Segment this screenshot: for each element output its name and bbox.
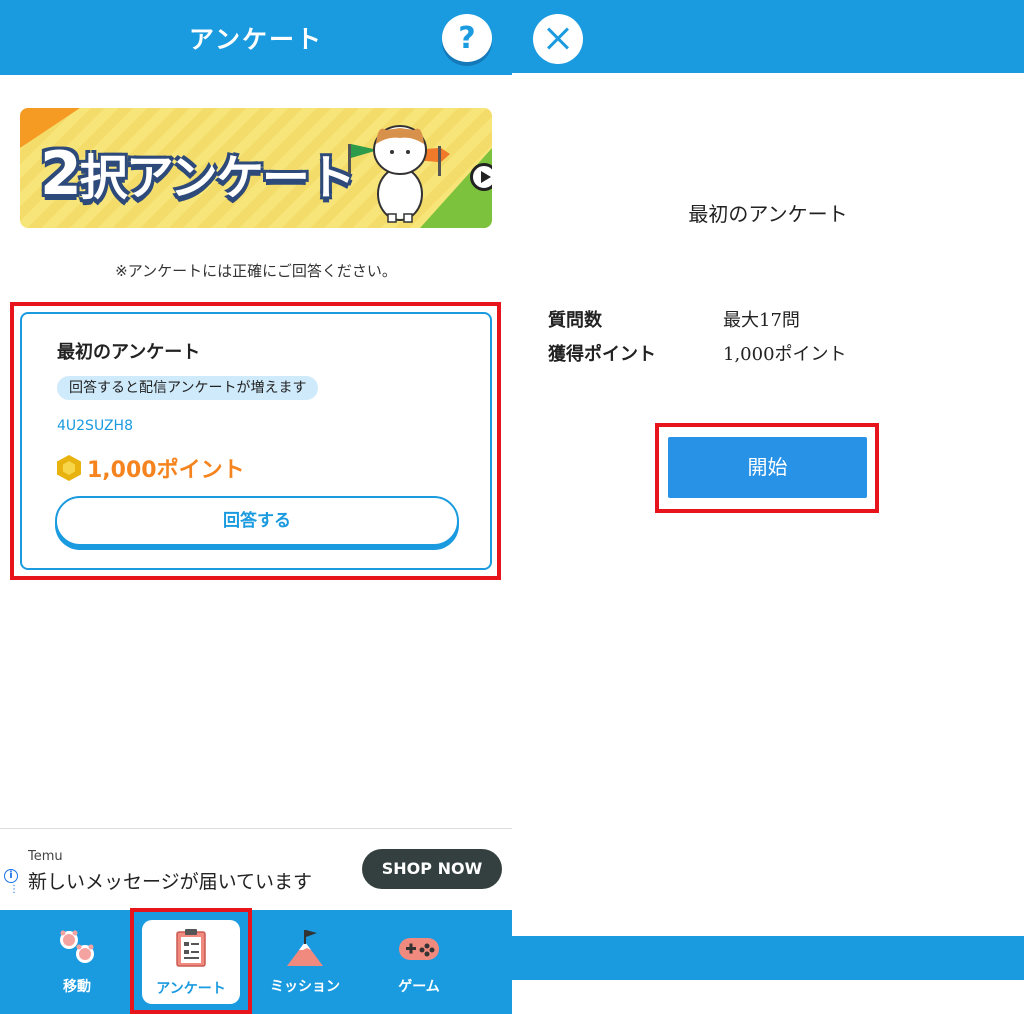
survey-list-screen: アンケート ? 2択アンケート ※アンケートには正確にご回答ください。 最初のア… xyxy=(0,0,512,1014)
gamepad-icon xyxy=(397,928,441,968)
detail-value: 1,000ポイント xyxy=(723,344,847,365)
ad-banner[interactable]: i ⋮ Temu 新しいメッセージが届いています SHOP NOW xyxy=(0,828,512,910)
two-choice-survey-banner[interactable]: 2択アンケート xyxy=(20,108,492,228)
nav-item-move[interactable]: 移動 xyxy=(22,910,132,1014)
nav-label-game: ゲーム xyxy=(398,979,440,995)
survey-detail-screen: 最初のアンケート 質問数 最大17問 獲得ポイント 1,000ポイント 開始 xyxy=(512,0,1024,1014)
answer-button[interactable]: 回答する xyxy=(55,496,459,546)
detail-footer-bar xyxy=(512,936,1024,980)
detail-row-points: 獲得ポイント 1,000ポイント xyxy=(548,340,847,366)
banner-title: 2択アンケート xyxy=(40,139,356,209)
cat-mascot-icon xyxy=(348,125,450,223)
header-bar: アンケート ? xyxy=(0,0,512,75)
detail-key: 獲得ポイント xyxy=(548,344,656,365)
survey-card[interactable]: 最初のアンケート 回答すると配信アンケートが増えます 4U2SUZH8 1,00… xyxy=(20,312,492,570)
detail-key: 質問数 xyxy=(548,310,602,331)
point-gem-icon xyxy=(57,455,81,481)
start-button[interactable]: 開始 xyxy=(668,437,867,498)
notice-text: ※アンケートには正確にご回答ください。 xyxy=(115,262,397,280)
nav-label-mission: ミッション xyxy=(270,979,340,995)
detail-title: 最初のアンケート xyxy=(688,202,848,226)
ad-brand: Temu xyxy=(28,849,63,864)
shop-now-button[interactable]: SHOP NOW xyxy=(362,849,502,889)
detail-header-bar xyxy=(512,0,1024,73)
help-button[interactable]: ? xyxy=(442,14,492,62)
question-icon: ? xyxy=(458,20,476,56)
ad-message: 新しいメッセージが届いています xyxy=(28,871,313,893)
play-arrow-icon xyxy=(470,163,492,191)
survey-title: 最初のアンケート xyxy=(57,342,201,363)
more-dots-icon[interactable]: ⋮ xyxy=(9,885,19,895)
survey-tag: 回答すると配信アンケートが増えます xyxy=(57,376,319,400)
detail-row-questions: 質問数 最大17問 xyxy=(548,306,800,332)
nav-label-move: 移動 xyxy=(63,979,91,995)
survey-id: 4U2SUZH8 xyxy=(57,418,133,434)
nav-item-mission[interactable]: ミッション xyxy=(250,910,360,1014)
points-value: 1,000ポイント xyxy=(87,458,245,483)
page-title: アンケート xyxy=(188,25,323,54)
close-button[interactable] xyxy=(533,14,583,64)
info-icon[interactable]: i xyxy=(4,869,18,883)
detail-value: 最大17問 xyxy=(723,310,800,331)
paw-icon xyxy=(55,928,99,968)
mountain-flag-icon xyxy=(283,928,327,968)
nav-item-game[interactable]: ゲーム xyxy=(364,910,474,1014)
survey-points: 1,000ポイント xyxy=(57,452,245,484)
nav-highlight xyxy=(130,908,252,1014)
bottom-nav: 移動 アンケート ミッション ゲーム xyxy=(0,910,512,1014)
